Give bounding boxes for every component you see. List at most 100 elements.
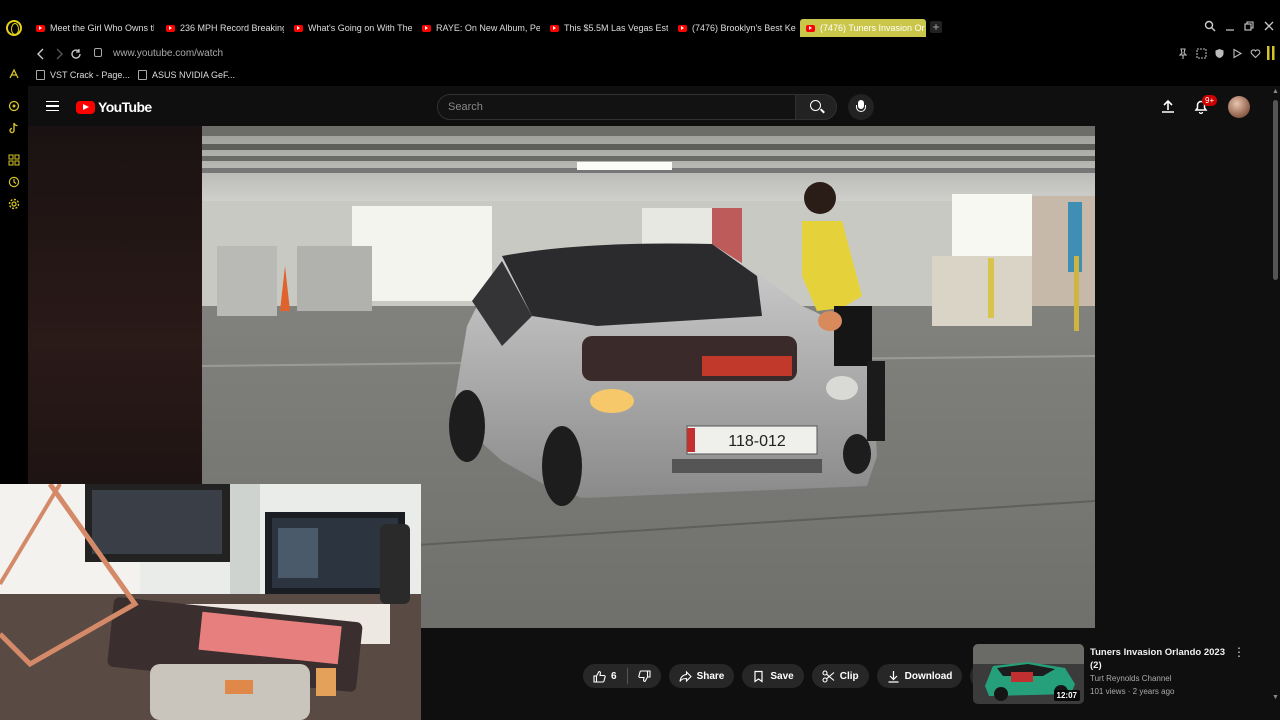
bookmark-label: VST Crack - Page... xyxy=(50,70,130,80)
download-button[interactable]: Download xyxy=(876,664,963,688)
page-icon xyxy=(36,70,45,80)
chatgpt-icon[interactable] xyxy=(8,100,20,112)
search-icon xyxy=(810,100,821,111)
youtube-logo[interactable]: YouTube xyxy=(76,99,152,115)
tab-label: What's Going on With The xyxy=(308,23,412,33)
upload-icon[interactable] xyxy=(1161,99,1175,113)
play-icon[interactable] xyxy=(1232,48,1243,59)
scissors-icon xyxy=(822,669,835,683)
menu-icon[interactable] xyxy=(46,101,59,111)
close-icon[interactable] xyxy=(1262,20,1276,32)
forward-icon[interactable] xyxy=(54,48,64,60)
browser-tab-active[interactable]: (7476) Tuners Invasion Or xyxy=(800,19,926,37)
webcam-overlay xyxy=(0,484,421,720)
youtube-favicon-icon xyxy=(166,24,175,32)
recommended-thumbnail[interactable]: 12:07 xyxy=(973,644,1084,704)
notification-badge: 9+ xyxy=(1202,95,1218,106)
search-button[interactable] xyxy=(795,94,837,120)
lock-icon[interactable] xyxy=(94,48,102,57)
tab-label: This $5.5M Las Vegas Est xyxy=(564,23,668,33)
restore-icon[interactable] xyxy=(1242,20,1256,32)
bookmarks-bar: VST Crack - Page... ASUS NVIDIA GeF... xyxy=(28,66,1280,86)
url-field[interactable]: www.youtube.com/watch xyxy=(113,48,223,59)
heart-icon[interactable] xyxy=(1250,48,1261,59)
microphone-icon xyxy=(856,100,866,112)
ambient-glow xyxy=(28,126,202,486)
aria-icon[interactable] xyxy=(8,68,20,80)
minimize-icon[interactable] xyxy=(1223,20,1237,32)
thumbs-up-icon xyxy=(593,670,606,683)
search-input[interactable] xyxy=(448,101,778,113)
youtube-logo-text: YouTube xyxy=(98,99,152,115)
recommended-video[interactable]: 12:07 Tuners Invasion Orlando 2023 (2) T… xyxy=(973,644,1245,706)
recommended-channel[interactable]: Turt Reynolds Channel xyxy=(1090,674,1172,683)
youtube-favicon-icon xyxy=(678,24,687,32)
recommended-meta: 101 views · 2 years ago xyxy=(1090,687,1175,696)
save-button[interactable]: Save xyxy=(742,664,804,688)
apps-grid-icon[interactable] xyxy=(8,154,20,166)
shield-icon[interactable] xyxy=(1214,48,1225,59)
browser-tab[interactable]: This $5.5M Las Vegas Est xyxy=(544,19,668,37)
bookmark-icon xyxy=(754,670,763,683)
history-icon[interactable] xyxy=(8,176,20,188)
scroll-up-icon[interactable]: ▲ xyxy=(1272,88,1279,95)
video-duration: 12:07 xyxy=(1053,690,1080,701)
thumbs-down-icon xyxy=(637,669,651,682)
share-button[interactable]: Share xyxy=(668,664,735,688)
search-box xyxy=(437,94,797,120)
back-icon[interactable] xyxy=(36,48,46,60)
like-button[interactable]: 6 xyxy=(583,664,627,688)
new-tab-button[interactable]: + xyxy=(930,21,942,33)
youtube-header: YouTube 9+ xyxy=(28,86,1272,126)
license-plate-text: 118-012 xyxy=(728,433,786,450)
youtube-favicon-icon xyxy=(422,24,431,32)
youtube-play-logo-icon xyxy=(76,100,95,114)
youtube-favicon-icon xyxy=(294,24,303,32)
browser-tab[interactable]: 236 MPH Record Breaking xyxy=(160,19,284,37)
tab-label: (7476) Tuners Invasion Or xyxy=(820,23,925,33)
tab-label: RAYE: On New Album, Pe xyxy=(436,23,540,33)
youtube-favicon-icon xyxy=(36,24,45,32)
search-tabs-icon[interactable] xyxy=(1203,20,1217,32)
tab-bar: Meet the Girl Who Owns th 236 MPH Record… xyxy=(0,0,1280,40)
avatar[interactable] xyxy=(1228,96,1250,118)
share-arrow-icon xyxy=(679,670,692,682)
bookmark-item[interactable]: VST Crack - Page... xyxy=(36,70,130,80)
scroll-down-icon[interactable]: ▼ xyxy=(1272,694,1279,701)
like-dislike-group: 6 xyxy=(583,664,661,688)
browser-tab[interactable]: What's Going on With The xyxy=(288,19,412,37)
download-label: Download xyxy=(904,670,953,682)
youtube-favicon-icon xyxy=(550,24,559,32)
browser-tab[interactable]: Meet the Girl Who Owns th xyxy=(30,19,154,37)
video-actions-bar: 6 Share Save Clip Download ··· xyxy=(583,664,995,688)
sidebar-toggle-icon[interactable] xyxy=(1266,45,1276,61)
like-count: 6 xyxy=(611,670,617,682)
settings-gear-icon[interactable] xyxy=(8,198,20,210)
recommended-title[interactable]: Tuners Invasion Orlando 2023 (2) xyxy=(1090,646,1225,672)
browser-tab[interactable]: (7476) Brooklyn's Best Ke xyxy=(672,19,796,37)
more-vert-icon[interactable]: ⋮ xyxy=(1233,646,1245,658)
bookmark-label: ASUS NVIDIA GeF... xyxy=(152,70,236,80)
voice-search-button[interactable] xyxy=(848,94,874,120)
reload-icon[interactable] xyxy=(70,48,82,60)
download-icon xyxy=(888,670,899,683)
tab-label: (7476) Brooklyn's Best Ke xyxy=(692,23,796,33)
save-label: Save xyxy=(770,670,794,682)
dislike-button[interactable] xyxy=(628,664,661,688)
opera-logo-icon[interactable] xyxy=(6,20,22,36)
bookmark-item[interactable]: ASUS NVIDIA GeF... xyxy=(138,70,235,80)
tab-label: Meet the Girl Who Owns th xyxy=(50,23,154,33)
address-bar: www.youtube.com/watch xyxy=(28,42,1280,66)
browser-tab[interactable]: RAYE: On New Album, Pe xyxy=(416,19,540,37)
pin-icon[interactable] xyxy=(1178,48,1188,60)
tab-label: 236 MPH Record Breaking xyxy=(180,23,284,33)
scrollbar-thumb[interactable] xyxy=(1273,100,1278,280)
tiktok-icon[interactable] xyxy=(8,122,20,134)
page-icon xyxy=(138,70,147,80)
share-label: Share xyxy=(696,670,725,682)
clip-button[interactable]: Clip xyxy=(811,664,869,688)
webcam-feed xyxy=(0,484,421,720)
clip-label: Clip xyxy=(839,670,859,682)
youtube-favicon-icon xyxy=(806,24,815,32)
snapshot-icon[interactable] xyxy=(1196,48,1207,59)
